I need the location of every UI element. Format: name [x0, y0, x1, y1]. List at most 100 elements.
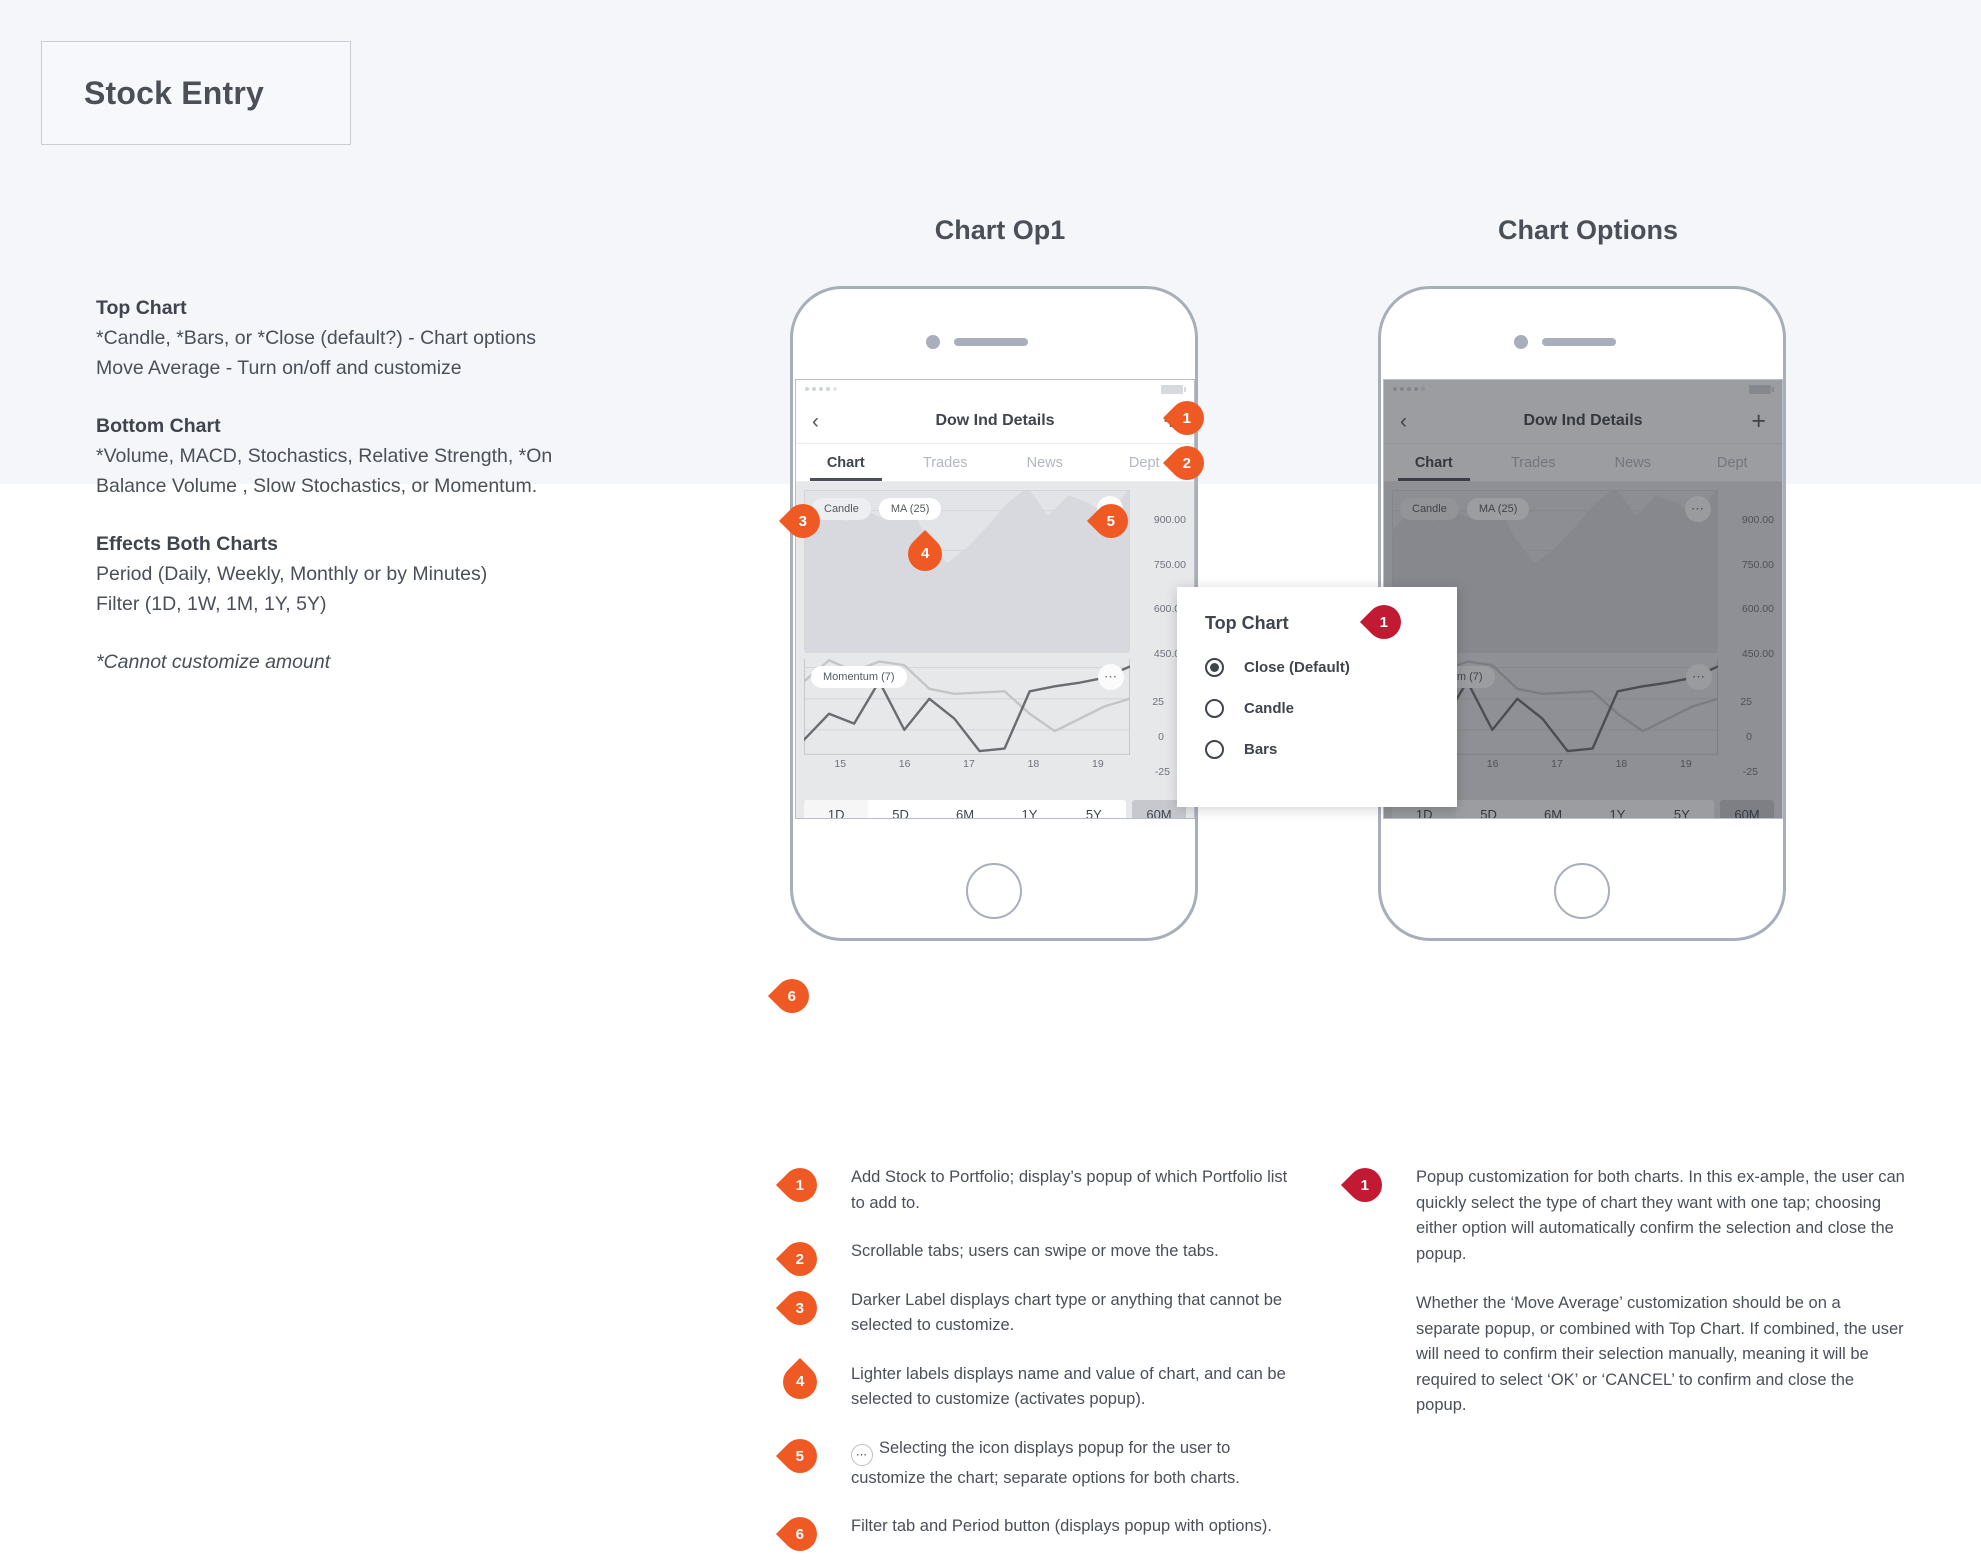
ellipsis-icon: ⋯: [1692, 669, 1706, 684]
radio-button-icon[interactable]: [1205, 740, 1224, 759]
x-tick-label: 18: [1027, 758, 1040, 770]
note-heading: Effects Both Charts: [96, 533, 279, 555]
tab-label: Dept: [1128, 454, 1160, 471]
filter-6m[interactable]: 6M: [933, 800, 997, 818]
tab-trades[interactable]: Trades: [1484, 444, 1584, 481]
note-line: Period (Daily, Weekly, Monthly or by Min…: [96, 563, 488, 585]
note-line: Move Average - Turn on/off and customize: [96, 357, 462, 379]
battery-icon: [1161, 385, 1186, 394]
annotation-text: Add Stock to Portfolio; display’s popup …: [851, 1168, 1288, 1212]
annotation-text: Darker Label displays chart type or anyt…: [851, 1290, 1283, 1335]
annotation-text: Scrollable tabs; users can swipe or move…: [851, 1242, 1219, 1260]
filter-5d[interactable]: 5D: [1456, 800, 1520, 818]
battery-icon: [1749, 385, 1774, 394]
y-tick-label: 900.00: [1153, 514, 1186, 526]
tab-label: News: [1026, 454, 1063, 471]
annotation-badge: 3: [775, 1283, 825, 1332]
x-tick-label: 16: [1486, 758, 1499, 770]
filter-1y[interactable]: 1Y: [1585, 800, 1649, 818]
mock-title-right: Chart Options: [1498, 215, 1678, 245]
filter-1d[interactable]: 1D: [804, 800, 869, 818]
y-tick-label: 750.00: [1153, 559, 1186, 571]
y-tick-label: -25: [1742, 766, 1758, 778]
tab-bar[interactable]: Chart Trades News Dept: [1384, 444, 1782, 482]
tab-trades[interactable]: Trades: [896, 444, 996, 481]
y-tick-label: -25: [1154, 766, 1170, 778]
tab-chart[interactable]: Chart: [1384, 444, 1484, 481]
x-tick-label: 18: [1615, 758, 1628, 770]
popup-option-label: Close (Default): [1244, 659, 1350, 676]
popup-title: Top Chart: [1205, 613, 1289, 633]
y-tick-label: 600.00: [1741, 603, 1774, 615]
home-button[interactable]: [966, 863, 1022, 919]
annotation-badge: 2: [775, 1234, 825, 1284]
signal-icon: [1393, 387, 1425, 391]
chart-type-label: Candle: [1412, 503, 1447, 515]
moving-average-chip[interactable]: MA (25): [1466, 498, 1530, 520]
popup-option-close[interactable]: Close (Default): [1205, 658, 1457, 677]
tab-label: Chart: [826, 454, 865, 471]
filter-1y[interactable]: 1Y: [997, 800, 1061, 818]
annotation-text-secondary: Whether the ‘Move Average’ customization…: [1416, 1294, 1904, 1414]
top-chart-options-button[interactable]: ⋯: [1685, 496, 1711, 522]
note-line: Balance Volume , Slow Stochastics, or Mo…: [96, 475, 538, 497]
tab-chart[interactable]: Chart: [796, 444, 896, 481]
speaker-icon: [954, 338, 1028, 346]
tab-bar[interactable]: Chart Trades News Dept: [796, 444, 1194, 482]
tab-label: Chart: [1414, 454, 1453, 471]
bottom-chart-panel: Momentum (7) ⋯: [804, 659, 1130, 755]
mock-title-left: Chart Op1: [934, 215, 1066, 245]
speaker-icon: [1542, 338, 1616, 346]
annotation-badge: 1: [1340, 1160, 1390, 1210]
note-block: Bottom Chart *Volume, MACD, Stochastics,…: [96, 411, 656, 501]
add-to-portfolio-button[interactable]: +: [1751, 408, 1766, 434]
bottom-chart-chips: Momentum (7): [811, 666, 907, 688]
top-chart-chips: Candle MA (25): [812, 498, 942, 520]
annotation-text: Popup customization for both charts. In …: [1416, 1168, 1905, 1263]
note-footnote: *Cannot customize amount: [96, 651, 331, 673]
status-bar: [796, 380, 1194, 399]
filter-5y[interactable]: 5Y: [1062, 800, 1126, 818]
back-button[interactable]: ‹: [1400, 411, 1407, 432]
ellipsis-icon: ⋯: [851, 1443, 873, 1466]
chart-type-chip: Candle: [812, 498, 871, 520]
signal-icon: [805, 387, 837, 391]
home-button[interactable]: [1554, 863, 1610, 919]
tab-dept[interactable]: Dept: [1683, 444, 1783, 481]
annotation-item: 1 Add Stock to Portfolio; display’s popu…: [775, 1160, 1303, 1216]
popup-option-candle[interactable]: Candle: [1205, 699, 1457, 718]
moving-average-chip[interactable]: MA (25): [878, 498, 942, 520]
tab-news[interactable]: News: [1583, 444, 1683, 481]
ellipsis-icon: ⋯: [1104, 669, 1118, 684]
popup-option-bars[interactable]: Bars: [1205, 740, 1457, 759]
annotation-item: 2 Scrollable tabs; users can swipe or mo…: [775, 1234, 1303, 1284]
indicator-chip[interactable]: Momentum (7): [811, 666, 907, 688]
filter-5y[interactable]: 5Y: [1650, 800, 1714, 818]
moving-average-label: MA (25): [890, 503, 930, 515]
phone-frame-left: ‹ Dow Ind Details + Chart Trades News De…: [790, 286, 1198, 941]
x-tick-label: 16: [898, 758, 911, 770]
filter-segmented-control[interactable]: 1D 5D 6M 1Y 5Y: [804, 800, 1126, 818]
popup-option-label: Bars: [1244, 741, 1278, 758]
annotation-badge: 4: [775, 1357, 825, 1406]
note-block: Effects Both Charts Period (Daily, Weekl…: [96, 529, 656, 619]
tab-label: Dept: [1716, 454, 1748, 471]
filter-6m[interactable]: 6M: [1521, 800, 1585, 818]
bottom-chart-options-button[interactable]: ⋯: [1686, 664, 1712, 690]
note-heading: Top Chart: [96, 297, 187, 319]
x-tick-label: 17: [1551, 758, 1563, 770]
annotation-badge: 1: [775, 1160, 825, 1210]
note-line: *Candle, *Bars, or *Close (default?) - C…: [96, 327, 537, 349]
top-chart-panel: Candle MA (25) ⋯: [804, 490, 1130, 653]
note-block: Top Chart *Candle, *Bars, or *Close (def…: [96, 293, 656, 383]
tab-label: Trades: [922, 454, 968, 471]
filter-5d[interactable]: 5D: [868, 800, 932, 818]
y-tick-label: 0: [1746, 731, 1752, 743]
radio-button-icon[interactable]: [1205, 658, 1224, 677]
annotation-badge: 6: [775, 1509, 825, 1559]
x-tick-label: 19: [1679, 758, 1692, 770]
back-button[interactable]: ‹: [812, 411, 819, 432]
bottom-chart-options-button[interactable]: ⋯: [1098, 664, 1124, 690]
tab-news[interactable]: News: [995, 444, 1095, 481]
radio-button-icon[interactable]: [1205, 699, 1224, 718]
